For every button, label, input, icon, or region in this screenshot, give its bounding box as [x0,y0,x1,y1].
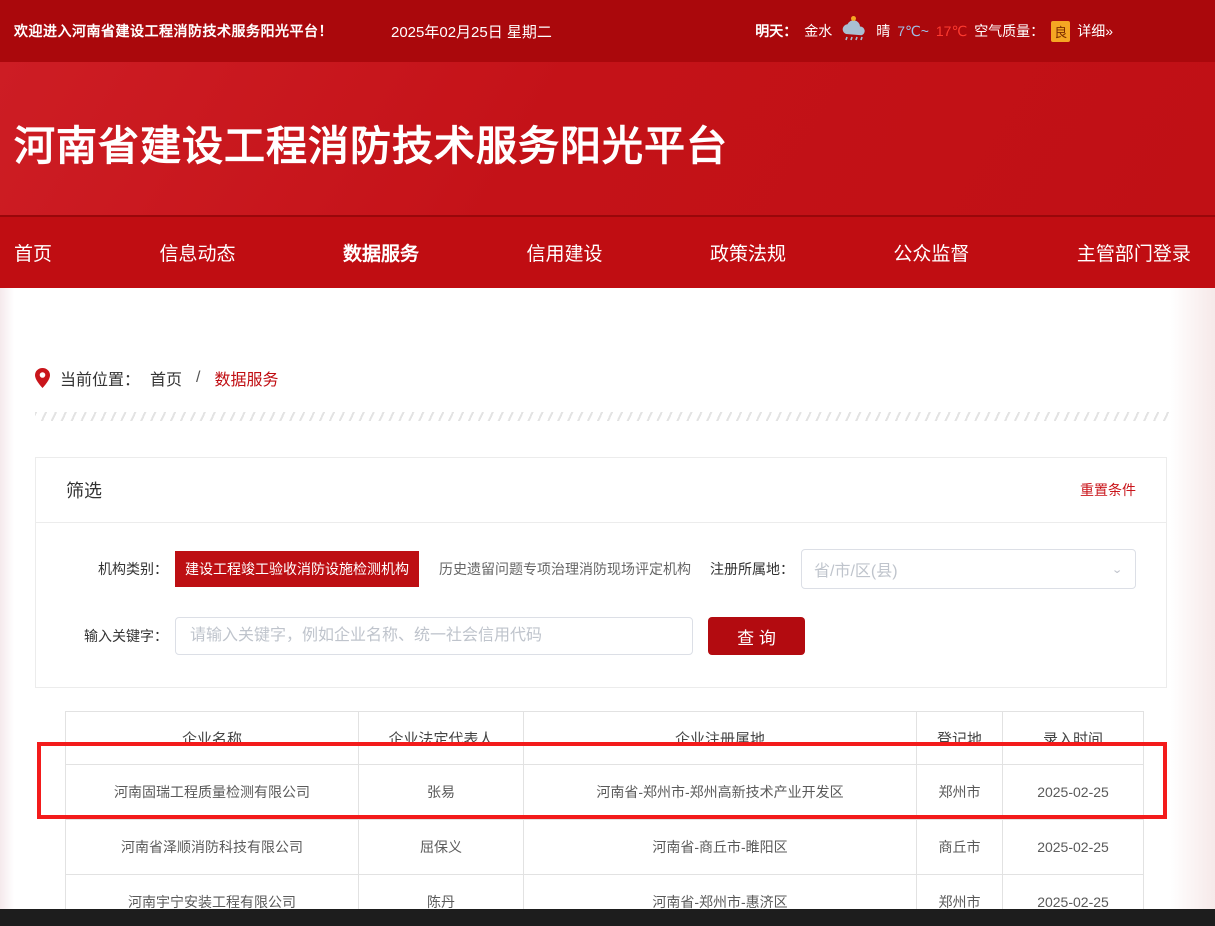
category-options: 建设工程竣工验收消防设施检测机构历史遗留问题专项治理消防现场评定机构 [175,551,701,587]
table-cell: 屈保义 [359,820,524,875]
table-cell: 张易 [359,765,524,820]
nav-item[interactable]: 信用建设 [526,239,602,266]
cloud-icon [839,20,869,42]
chevron-down-icon: ⌄ [1111,562,1123,576]
weather-district: 金水 [804,21,832,41]
table-cell: 河南省-郑州市-郑州高新技术产业开发区 [524,765,917,820]
table-row[interactable]: 河南固瑞工程质量检测有限公司张易河南省-郑州市-郑州高新技术产业开发区郑州市20… [66,765,1144,820]
breadcrumb: 当前位置： 首页 / 数据服务 [0,288,1215,390]
nav-item[interactable]: 政策法规 [710,239,786,266]
table-header-row: 企业名称企业法定代表人企业注册属地登记地录入时间 [66,712,1144,765]
divider-slashes [35,412,1170,421]
date-text: 2025年02月25日 星期二 [391,21,552,42]
table-cell: 商丘市 [917,820,1003,875]
reset-filters-link[interactable]: 重置条件 [1080,480,1136,500]
site-banner: 河南省建设工程消防技术服务阳光平台 [0,62,1215,215]
table-row[interactable]: 河南省泽顺消防科技有限公司屈保义河南省-商丘市-睢阳区商丘市2025-02-25 [66,820,1144,875]
category-label: 机构类别： [66,559,168,579]
main-nav: 首页 信息动态 数据服务 信用建设 政策法规 公众监督 主管部门登录 [0,215,1215,288]
results-table: 企业名称企业法定代表人企业注册属地登记地录入时间 河南固瑞工程质量检测有限公司张… [65,711,1144,926]
table-column-header: 登记地 [917,712,1003,765]
welcome-text: 欢迎进入河南省建设工程消防技术服务阳光平台！ [14,21,333,41]
nav-item[interactable]: 主管部门登录 [1077,239,1191,266]
table-cell: 2025-02-25 [1003,765,1144,820]
table-cell: 河南固瑞工程质量检测有限公司 [66,765,359,820]
breadcrumb-separator: / [196,369,200,387]
breadcrumb-label: 当前位置： [60,366,140,390]
table-column-header: 企业法定代表人 [359,712,524,765]
air-quality-badge: 良 [1051,21,1070,42]
table-column-header: 企业注册属地 [524,712,917,765]
weather-temp-low: 7℃~ [897,23,929,40]
breadcrumb-home[interactable]: 首页 [150,366,182,390]
bottom-dark-bar [0,909,1215,926]
region-select-placeholder: 省/市/区(县) [814,557,898,581]
site-title: 河南省建设工程消防技术服务阳光平台 [14,112,1215,172]
keyword-label: 输入关键字： [66,626,168,646]
nav-item[interactable]: 数据服务 [343,239,419,266]
category-option[interactable]: 建设工程竣工验收消防设施检测机构 [175,551,419,587]
category-option[interactable]: 历史遗留问题专项治理消防现场评定机构 [429,551,701,587]
filter-title: 筛选 [66,477,102,503]
breadcrumb-current: 数据服务 [214,366,278,390]
nav-item[interactable]: 首页 [14,239,52,266]
top-info-bar: 欢迎进入河南省建设工程消防技术服务阳光平台！ 2025年02月25日 星期二 明… [0,0,1215,62]
nav-item[interactable]: 公众监督 [893,239,969,266]
air-quality-label: 空气质量： [974,21,1044,41]
region-select[interactable]: 省/市/区(县) ⌄ [801,549,1136,589]
table-cell: 郑州市 [917,765,1003,820]
table-cell: 2025-02-25 [1003,820,1144,875]
table-column-header: 企业名称 [66,712,359,765]
table-cell: 河南省泽顺消防科技有限公司 [66,820,359,875]
weather-widget: 明天： 金水 晴 7℃~ 17℃ 空气质量： 良 详细» [755,20,1113,42]
region-label: 注册所属地： [710,559,794,579]
table-column-header: 录入时间 [1003,712,1144,765]
location-pin-icon [35,368,50,389]
search-button[interactable]: 查 询 [708,617,805,655]
nav-item[interactable]: 信息动态 [159,239,235,266]
weather-detail-link[interactable]: 详细» [1077,21,1113,41]
weather-tomorrow-label: 明天： [755,21,797,41]
weather-condition: 晴 [876,21,890,41]
table-cell: 河南省-商丘市-睢阳区 [524,820,917,875]
filter-panel: 筛选 重置条件 机构类别： 建设工程竣工验收消防设施检测机构历史遗留问题专项治理… [35,457,1167,688]
keyword-input[interactable] [175,617,693,655]
weather-temp-high: 17℃ [936,23,967,40]
page-content: 当前位置： 首页 / 数据服务 筛选 重置条件 机构类别： 建设工程竣工验收消防… [0,288,1215,926]
